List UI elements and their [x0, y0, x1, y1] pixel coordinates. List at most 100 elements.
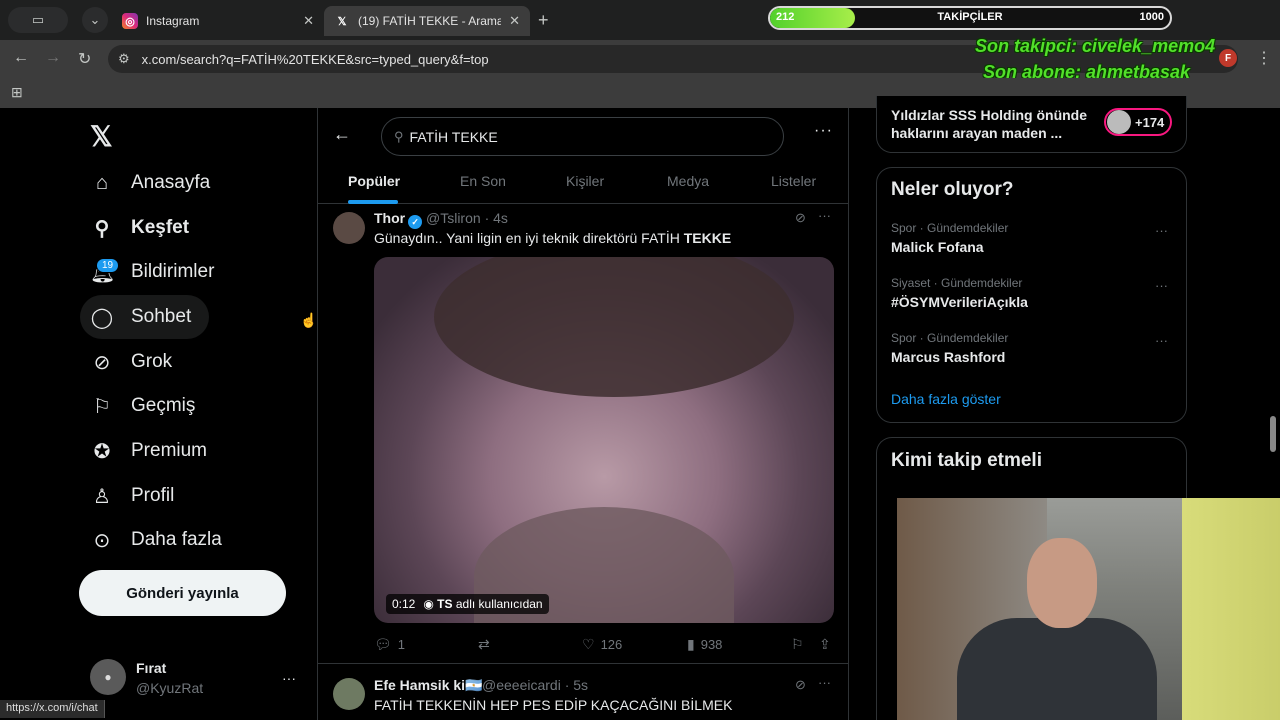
x-logo-icon: 𝕏: [337, 15, 347, 28]
apps-grid-icon[interactable]: ⊞: [11, 84, 23, 101]
avatar[interactable]: [333, 678, 365, 710]
sidebar-item-label: Keşfet: [131, 217, 190, 238]
tweet-author-handle[interactable]: @eeeeicardi · 5s: [482, 677, 588, 693]
more-options-icon[interactable]: ···: [1155, 278, 1168, 293]
webcam-person-body: [957, 618, 1157, 720]
tab-x-search[interactable]: 𝕏 (19) FATİH TEKKE - Arama / X ✕: [324, 6, 530, 36]
scrollbar-thumb[interactable]: [1270, 416, 1276, 452]
trend-item[interactable]: #ÖSYMVerileriAçıkla: [891, 294, 1028, 310]
like-count: 126: [600, 637, 623, 652]
share-icon: ⇪: [819, 636, 831, 652]
more-options-icon[interactable]: ···: [814, 122, 833, 140]
browser-profile-avatar[interactable]: F: [1219, 49, 1237, 67]
sidebar-item-profile[interactable]: ♙ Profil: [80, 474, 192, 518]
tab-instagram[interactable]: ◎ Instagram ✕: [112, 6, 324, 36]
post-button[interactable]: Gönderi yayınla: [79, 570, 286, 616]
sidebar-item-home[interactable]: ⌂ Anasayfa: [80, 161, 228, 205]
search-icon: ⚲: [394, 128, 404, 144]
sidebar-item-label: Geçmiş: [131, 395, 196, 416]
tweet-divider: [318, 663, 848, 664]
tweet-text: FATİH TEKKENİN HEP PES EDİP KAÇACAĞINI B…: [374, 697, 733, 713]
back-arrow-icon[interactable]: ←: [333, 124, 351, 145]
share-button[interactable]: ⇪: [819, 636, 837, 653]
avatar[interactable]: ●: [90, 659, 126, 695]
forward-icon[interactable]: →: [45, 49, 61, 67]
tab-lists[interactable]: Listeler: [771, 173, 816, 189]
sidebar-item-chat[interactable]: ◯ Sohbet: [80, 295, 210, 339]
close-icon[interactable]: ✕: [303, 13, 314, 29]
person-icon: ♙: [93, 485, 111, 508]
news-headline[interactable]: Yıldızlar SSS Holding önünde haklarını a…: [891, 106, 1096, 142]
trends-title: Neler oluyor?: [891, 179, 1014, 200]
close-icon[interactable]: ✕: [509, 13, 520, 29]
more-options-icon[interactable]: ···: [1155, 333, 1168, 348]
show-more-link[interactable]: Daha fazla göster: [891, 391, 1001, 407]
like-button[interactable]: ♡ 126: [582, 636, 622, 653]
more-options-icon[interactable]: ···: [1155, 223, 1168, 238]
webcam-overlay: [897, 498, 1280, 720]
search-tabs: Popüler En Son Kişiler Medya Listeler: [318, 160, 848, 204]
site-settings-icon[interactable]: ⚙: [118, 51, 130, 67]
tab-search-button[interactable]: ⌄: [82, 7, 108, 33]
avatar[interactable]: [333, 212, 365, 244]
reply-button[interactable]: 💬︎ 1: [374, 636, 405, 653]
tweet-time: · 5s: [564, 677, 589, 693]
repost-button[interactable]: ⇄: [478, 636, 496, 653]
sidebar-item-label: Premium: [131, 440, 208, 461]
search-icon: ⚲: [94, 217, 110, 240]
bookmark-button[interactable]: ⚐: [791, 636, 810, 653]
tweet-video[interactable]: [374, 257, 834, 623]
views-icon: ▮: [687, 636, 695, 652]
repost-icon: ⇄: [478, 636, 490, 652]
account-menu-icon[interactable]: ···: [282, 670, 296, 686]
sidebar-item-grok[interactable]: ⊘ Grok: [80, 340, 190, 384]
sidebar-item-label: Anasayfa: [131, 172, 211, 193]
sidebar-item-premium[interactable]: ✪ Premium: [80, 429, 225, 473]
url-text: x.com/search?q=FATİH%20TEKKE&src=typed_q…: [141, 51, 489, 67]
sidebar-item-more[interactable]: ⊙ Daha fazla: [80, 518, 240, 562]
video-source-user: ◉ TS adlı kullanıcıdan: [423, 597, 543, 611]
trend-item[interactable]: Malick Fofana: [891, 239, 984, 255]
tab-groups-button[interactable]: ▭: [8, 7, 68, 33]
bookmark-icon: ⚐: [791, 636, 804, 652]
trend-meta: Spor · Gündemdekiler: [891, 331, 1009, 345]
notification-badge: 19: [96, 258, 120, 273]
search-input[interactable]: ⚲ FATİH TEKKE: [381, 117, 784, 156]
news-participants[interactable]: +174: [1104, 108, 1172, 136]
tab-people[interactable]: Kişiler: [566, 173, 604, 189]
grok-icon[interactable]: ⊘: [795, 677, 806, 693]
view-count: 938: [700, 637, 723, 652]
reload-icon[interactable]: ↻: [78, 49, 91, 69]
tab-latest[interactable]: En Son: [460, 173, 506, 189]
new-tab-button[interactable]: +: [538, 10, 549, 31]
tweet-author-name[interactable]: Efe Hamsik ki🇦🇷: [374, 677, 482, 694]
tweet-author-handle[interactable]: @Tsliron · 4s: [426, 210, 508, 226]
tweet-time: · 4s: [484, 210, 508, 226]
views-button[interactable]: ▮ 938: [687, 636, 722, 653]
tab-popular[interactable]: Popüler: [348, 173, 400, 189]
browser-menu-icon[interactable]: ⋮: [1256, 48, 1272, 68]
tweet-text-plain: Günaydın.. Yani ligin en iyi teknik dire…: [374, 230, 684, 246]
video-duration: 0:12: [392, 597, 416, 611]
grok-icon[interactable]: ⊘: [795, 210, 806, 226]
sidebar-item-explore[interactable]: ⚲ Keşfet: [80, 206, 207, 250]
search-query: FATİH TEKKE: [409, 128, 498, 145]
participant-count: +174: [1135, 114, 1165, 130]
back-icon[interactable]: ←: [13, 49, 29, 67]
trend-item[interactable]: Marcus Rashford: [891, 349, 1005, 365]
mouse-cursor-icon: ☝: [300, 312, 318, 328]
tweet-author-name[interactable]: Thor ✓: [374, 210, 423, 229]
x-logo-icon[interactable]: 𝕏: [90, 120, 113, 153]
followers-progress-bar: 212 TAKİPÇİLER 1000: [768, 6, 1172, 30]
tab-media[interactable]: Medya: [667, 173, 709, 189]
webcam-person-head: [1027, 538, 1097, 628]
trend-meta: Spor · Gündemdekiler: [891, 221, 1009, 235]
more-options-icon[interactable]: ···: [818, 675, 831, 690]
more-options-icon[interactable]: ···: [818, 208, 831, 223]
webcam-door: [1182, 498, 1280, 720]
video-time-badge: 0:12 ◉ TS adlı kullanıcıdan: [386, 594, 549, 614]
video-frame-hair: [434, 257, 794, 397]
trend-meta: Siyaset · Gündemdekiler: [891, 276, 1023, 290]
sidebar-item-bookmarks[interactable]: ⚐ Geçmiş: [80, 384, 213, 428]
more-circle-icon: ⊙: [93, 529, 111, 552]
